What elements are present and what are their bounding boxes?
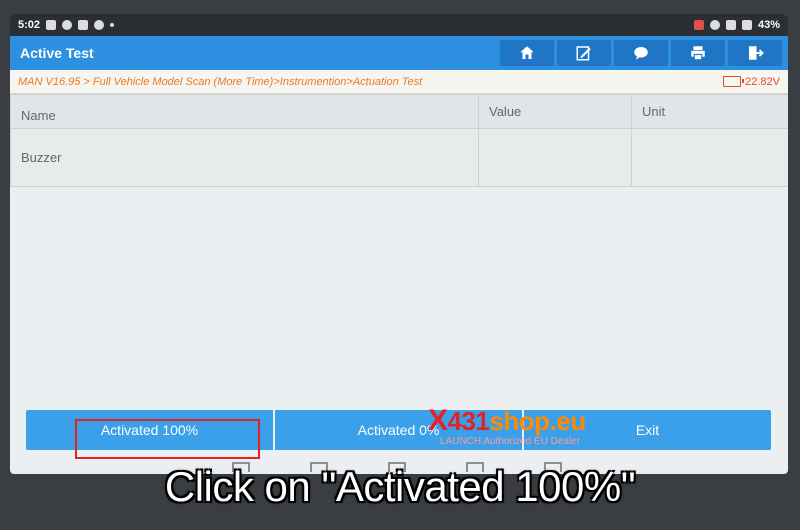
watermark-x: X	[428, 404, 448, 437]
battery-level: 43%	[757, 19, 780, 31]
android-status-bar: 5:02 43%	[10, 14, 788, 36]
more-notifications-icon	[110, 23, 115, 27]
print-icon	[691, 46, 705, 61]
header-toolbar	[500, 36, 788, 70]
actuation-table: Name Value Unit Buzzer	[10, 94, 788, 187]
report-button[interactable]	[557, 40, 611, 66]
alert-icon	[693, 20, 704, 30]
voltage-value: 22.82V	[745, 75, 780, 88]
cell-unit	[631, 128, 788, 187]
sync-icon	[94, 20, 105, 30]
device-screen: 5:02 43% Active Test MAN V16.95 > Full V…	[10, 14, 788, 474]
watermark-number: 431	[447, 406, 490, 436]
breadcrumb: MAN V16.95 > Full Vehicle Model Scan (Mo…	[18, 75, 423, 88]
column-header-value: Value	[478, 94, 632, 129]
voltage-indicator: 22.82V	[723, 76, 780, 88]
battery-icon	[741, 20, 752, 30]
app-notification-icon	[78, 20, 89, 30]
home-button[interactable]	[500, 40, 554, 66]
instruction-caption: Click on "Activated 100%"	[164, 463, 636, 510]
cell-value	[478, 128, 632, 187]
status-time: 5:02	[18, 19, 41, 31]
page-title: Active Test	[20, 45, 94, 61]
column-header-unit: Unit	[631, 94, 788, 129]
edit-report-icon	[576, 46, 591, 61]
print-button[interactable]	[671, 40, 725, 66]
table-header-row: Name Value Unit	[10, 94, 788, 129]
watermark-domain: shop.eu	[489, 406, 586, 436]
table-row[interactable]: Buzzer	[10, 128, 788, 187]
highlight-annotation-box	[75, 419, 260, 459]
wifi-icon	[725, 20, 736, 30]
notification-icon	[46, 20, 57, 30]
car-battery-icon	[723, 76, 745, 87]
watermark-subtitle: LAUNCH Authorized EU Dealer	[440, 436, 581, 447]
home-icon	[520, 46, 534, 59]
cell-name: Buzzer	[10, 128, 479, 187]
eye-comfort-icon	[709, 20, 720, 30]
column-header-name: Name	[10, 94, 479, 129]
exit-app-button[interactable]	[728, 40, 782, 66]
watermark-logo: X431shop.eu LAUNCH Authorized EU Dealer	[428, 406, 586, 447]
settings-notification-icon	[62, 20, 73, 30]
exit-icon	[749, 46, 764, 60]
app-header: Active Test	[10, 36, 788, 70]
table-empty-area	[10, 187, 788, 411]
chat-icon	[634, 47, 648, 60]
chat-button[interactable]	[614, 40, 668, 66]
breadcrumb-row: MAN V16.95 > Full Vehicle Model Scan (Mo…	[10, 70, 788, 94]
